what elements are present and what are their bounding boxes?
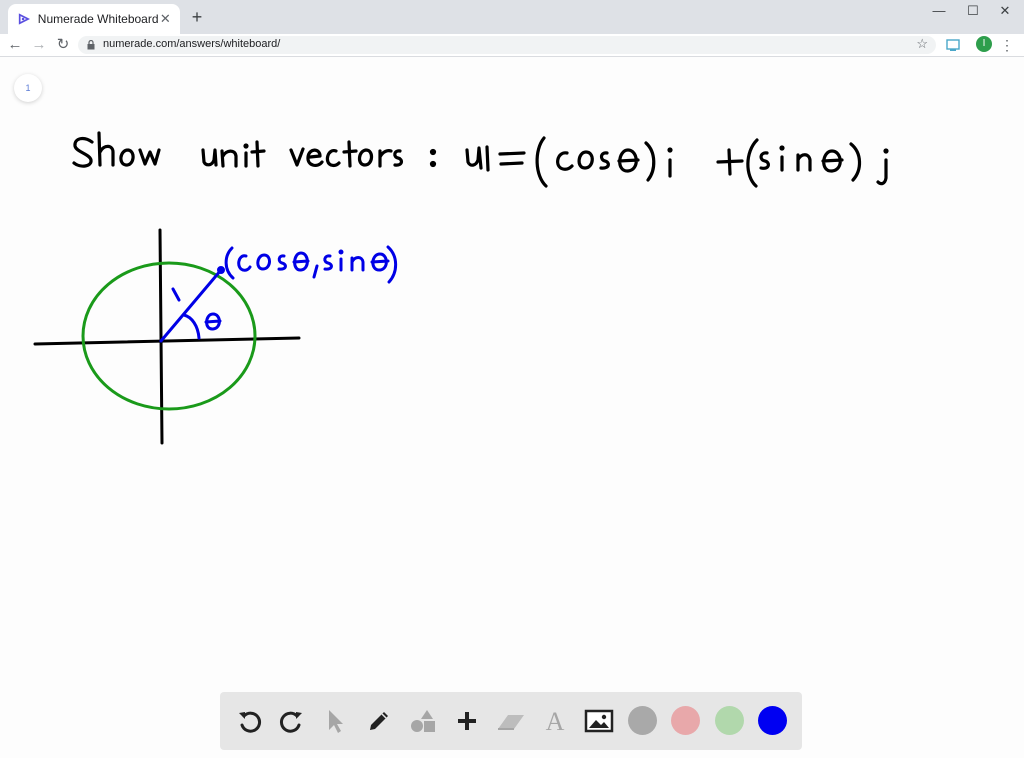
add-button[interactable]	[452, 706, 482, 736]
image-button[interactable]	[584, 706, 614, 736]
address-bar[interactable]: numerade.com/answers/whiteboard/ ☆	[78, 36, 936, 54]
url-text: numerade.com/answers/whiteboard/	[103, 38, 281, 50]
image-icon	[584, 709, 614, 733]
pointer-button[interactable]	[320, 706, 350, 736]
forward-icon[interactable]: →	[30, 36, 48, 54]
unit-vector-drawing	[159, 245, 398, 343]
svg-text:A: A	[546, 708, 565, 734]
tab-close-icon[interactable]: ✕	[159, 11, 172, 27]
extension-icon[interactable]	[944, 36, 962, 54]
browser-toolbar: ← → ↻ numerade.com/answers/whiteboard/ ☆…	[0, 34, 1024, 57]
tab-title: Numerade Whiteboard	[37, 12, 159, 26]
color-swatch-gray[interactable]	[628, 706, 657, 735]
pen-button[interactable]	[364, 706, 394, 736]
reload-icon[interactable]: ↻	[54, 36, 72, 54]
angle-arc	[182, 313, 201, 340]
whiteboard-canvas[interactable]	[0, 57, 1024, 758]
x-axis	[33, 336, 301, 346]
redo-icon	[279, 711, 302, 733]
whiteboard-toolbar: A	[220, 692, 802, 750]
shapes-icon	[411, 710, 435, 732]
browser-tab-strip: Numerade Whiteboard ✕ + — ☐ ✕	[0, 0, 1024, 34]
numerade-logo-icon	[18, 13, 30, 25]
profile-avatar[interactable]: I	[976, 36, 992, 52]
text-button[interactable]: A	[540, 706, 570, 736]
unit-circle	[81, 261, 257, 411]
color-swatch-light-green[interactable]	[715, 706, 744, 735]
handwritten-equation	[72, 131, 889, 188]
undo-icon	[239, 711, 262, 733]
bookmark-star-icon[interactable]: ☆	[916, 36, 928, 52]
eraser-icon	[498, 715, 524, 730]
eraser-button[interactable]	[496, 706, 526, 736]
color-swatch-blue[interactable]	[758, 706, 787, 735]
undo-button[interactable]	[234, 706, 264, 736]
minimize-button[interactable]: —	[922, 0, 956, 24]
vector-endpoint	[217, 266, 225, 274]
browser-tab[interactable]: Numerade Whiteboard ✕	[8, 4, 180, 34]
pointer-icon	[329, 710, 343, 733]
close-window-button[interactable]: ✕	[988, 0, 1022, 24]
pen-icon	[370, 712, 388, 730]
shapes-button[interactable]	[408, 706, 438, 736]
browser-menu-icon[interactable]: ⋮	[1000, 36, 1014, 54]
color-swatch-pink[interactable]	[671, 706, 700, 735]
maximize-button[interactable]: ☐	[956, 0, 990, 24]
page-number-badge[interactable]: 1	[14, 74, 42, 102]
lock-icon	[87, 40, 95, 50]
text-icon: A	[546, 708, 565, 734]
add-icon	[458, 712, 476, 730]
redo-button[interactable]	[277, 706, 307, 736]
radius-label-1	[171, 287, 181, 302]
new-tab-button[interactable]: +	[188, 8, 206, 26]
angle-label	[204, 312, 222, 331]
back-icon[interactable]: ←	[6, 36, 24, 54]
